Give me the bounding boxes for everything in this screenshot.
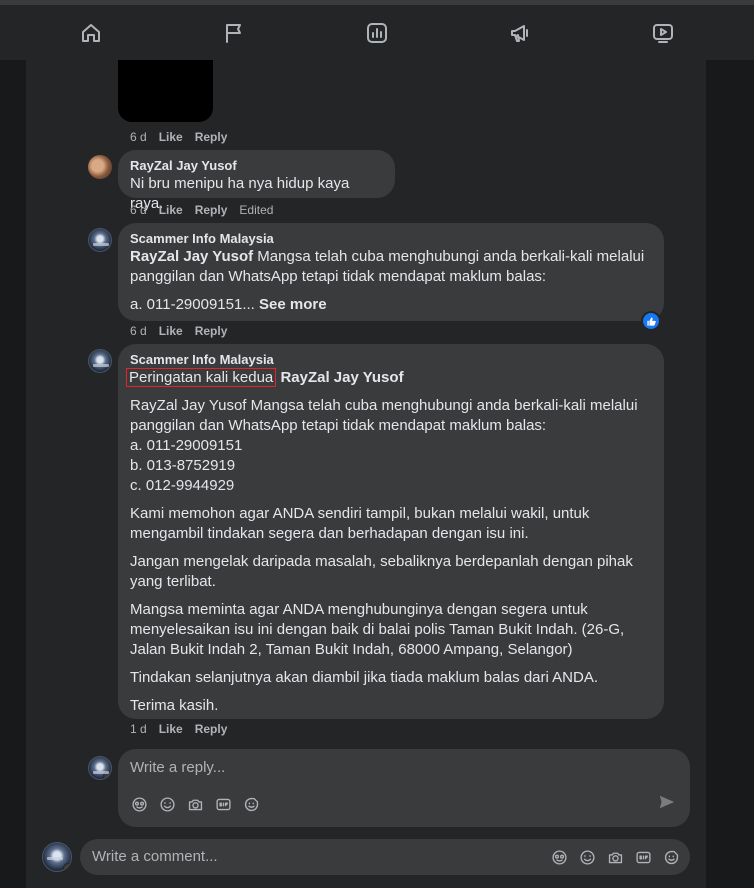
reply-toolbar xyxy=(130,795,260,813)
comment-author[interactable]: Scammer Info Malaysia xyxy=(130,231,652,247)
top-nav xyxy=(0,0,754,60)
comment-author[interactable]: RayZal Jay Yusof xyxy=(130,158,383,174)
like-link[interactable]: Like xyxy=(159,129,183,145)
like-reaction-badge[interactable] xyxy=(641,311,661,331)
comment-input[interactable]: Write a comment... xyxy=(80,839,690,875)
comment-paragraph: Jangan mengelak daripada masalah, sebali… xyxy=(130,553,633,590)
mention-link[interactable]: RayZal Jay Yusof xyxy=(280,369,403,386)
like-link[interactable]: Like xyxy=(159,323,183,339)
emoji-icon[interactable] xyxy=(158,795,176,813)
comment-text: RayZal Jay Yusof Mangsa telah cuba mengh… xyxy=(130,247,652,315)
comment-bubble: Scammer Info Malaysia Peringatan kali ke… xyxy=(118,344,664,719)
comment-time[interactable]: 6 d xyxy=(130,323,147,339)
thumbs-up-icon xyxy=(646,316,656,326)
flag-icon[interactable] xyxy=(221,20,247,46)
edited-label: Edited xyxy=(239,203,274,217)
reply-placeholder: Write a reply... xyxy=(130,759,226,776)
sticker-icon[interactable] xyxy=(242,795,260,813)
comment-author[interactable]: Scammer Info Malaysia xyxy=(130,352,652,368)
comment-time[interactable]: 1 d xyxy=(130,721,147,737)
avatar-sticker-icon[interactable] xyxy=(550,848,568,866)
see-more-link[interactable]: See more xyxy=(259,296,327,313)
mention-link[interactable]: RayZal Jay Yusof xyxy=(130,248,253,265)
avatar[interactable] xyxy=(88,228,112,252)
comment-paragraph: RayZal Jay Yusof Mangsa telah cuba mengh… xyxy=(130,397,638,494)
avatar[interactable] xyxy=(88,349,112,373)
comment-time[interactable]: 6 d xyxy=(130,129,147,145)
gif-icon[interactable] xyxy=(214,795,232,813)
comment-actions: 6 d Like Reply xyxy=(130,323,227,339)
comment-actions: 1 d Like Reply xyxy=(130,721,227,737)
camera-icon[interactable] xyxy=(186,795,204,813)
avatar[interactable] xyxy=(88,155,112,179)
comment-line: a. 011-29009151... xyxy=(130,296,255,313)
home-icon[interactable] xyxy=(78,20,104,46)
emoji-icon[interactable] xyxy=(578,848,596,866)
comment-text: Peringatan kali kedua RayZal Jay Yusof R… xyxy=(126,368,652,716)
comment-paragraph: Kami memohon agar ANDA sendiri tampil, b… xyxy=(130,505,590,542)
reply-link[interactable]: Reply xyxy=(195,721,228,737)
video-icon[interactable] xyxy=(650,20,676,46)
chevron-down-icon[interactable] xyxy=(63,863,71,871)
like-link[interactable]: Like xyxy=(159,202,183,218)
comment-bubble: RayZal Jay Yusof Ni bru menipu ha nya hi… xyxy=(118,150,395,212)
reply-input[interactable]: Write a reply... xyxy=(118,749,690,827)
comment-actions: 6 d Like Reply Edited xyxy=(130,202,273,218)
comment-media-thumbnail[interactable] xyxy=(118,60,213,122)
send-icon[interactable] xyxy=(658,793,676,811)
comment-paragraph: Terima kasih. xyxy=(130,697,219,714)
reply-link[interactable]: Reply xyxy=(195,202,228,218)
reply-link[interactable]: Reply xyxy=(195,129,228,145)
comment-paragraph: Tindakan selanjutnya akan diambil jika t… xyxy=(130,669,599,686)
gif-icon[interactable] xyxy=(634,848,652,866)
chart-icon[interactable] xyxy=(364,20,390,46)
comment-bubble: Scammer Info Malaysia RayZal Jay Yusof M… xyxy=(118,223,664,321)
avatar[interactable] xyxy=(42,842,72,872)
comment-time[interactable]: 6 d xyxy=(130,202,147,218)
chevron-down-icon[interactable] xyxy=(103,771,111,779)
megaphone-icon[interactable] xyxy=(507,20,533,46)
comment-actions: 6 d Like Reply xyxy=(130,129,227,145)
avatar[interactable] xyxy=(88,756,112,780)
sticker-icon[interactable] xyxy=(662,848,680,866)
avatar-sticker-icon[interactable] xyxy=(130,795,148,813)
comment-placeholder: Write a comment... xyxy=(92,848,218,865)
comment-paragraph: Mangsa meminta agar ANDA menghubunginya … xyxy=(130,601,625,658)
comment-toolbar xyxy=(550,848,680,866)
like-link[interactable]: Like xyxy=(159,721,183,737)
reply-link[interactable]: Reply xyxy=(195,323,228,339)
camera-icon[interactable] xyxy=(606,848,624,866)
highlighted-phrase: Peringatan kali kedua xyxy=(126,368,277,387)
